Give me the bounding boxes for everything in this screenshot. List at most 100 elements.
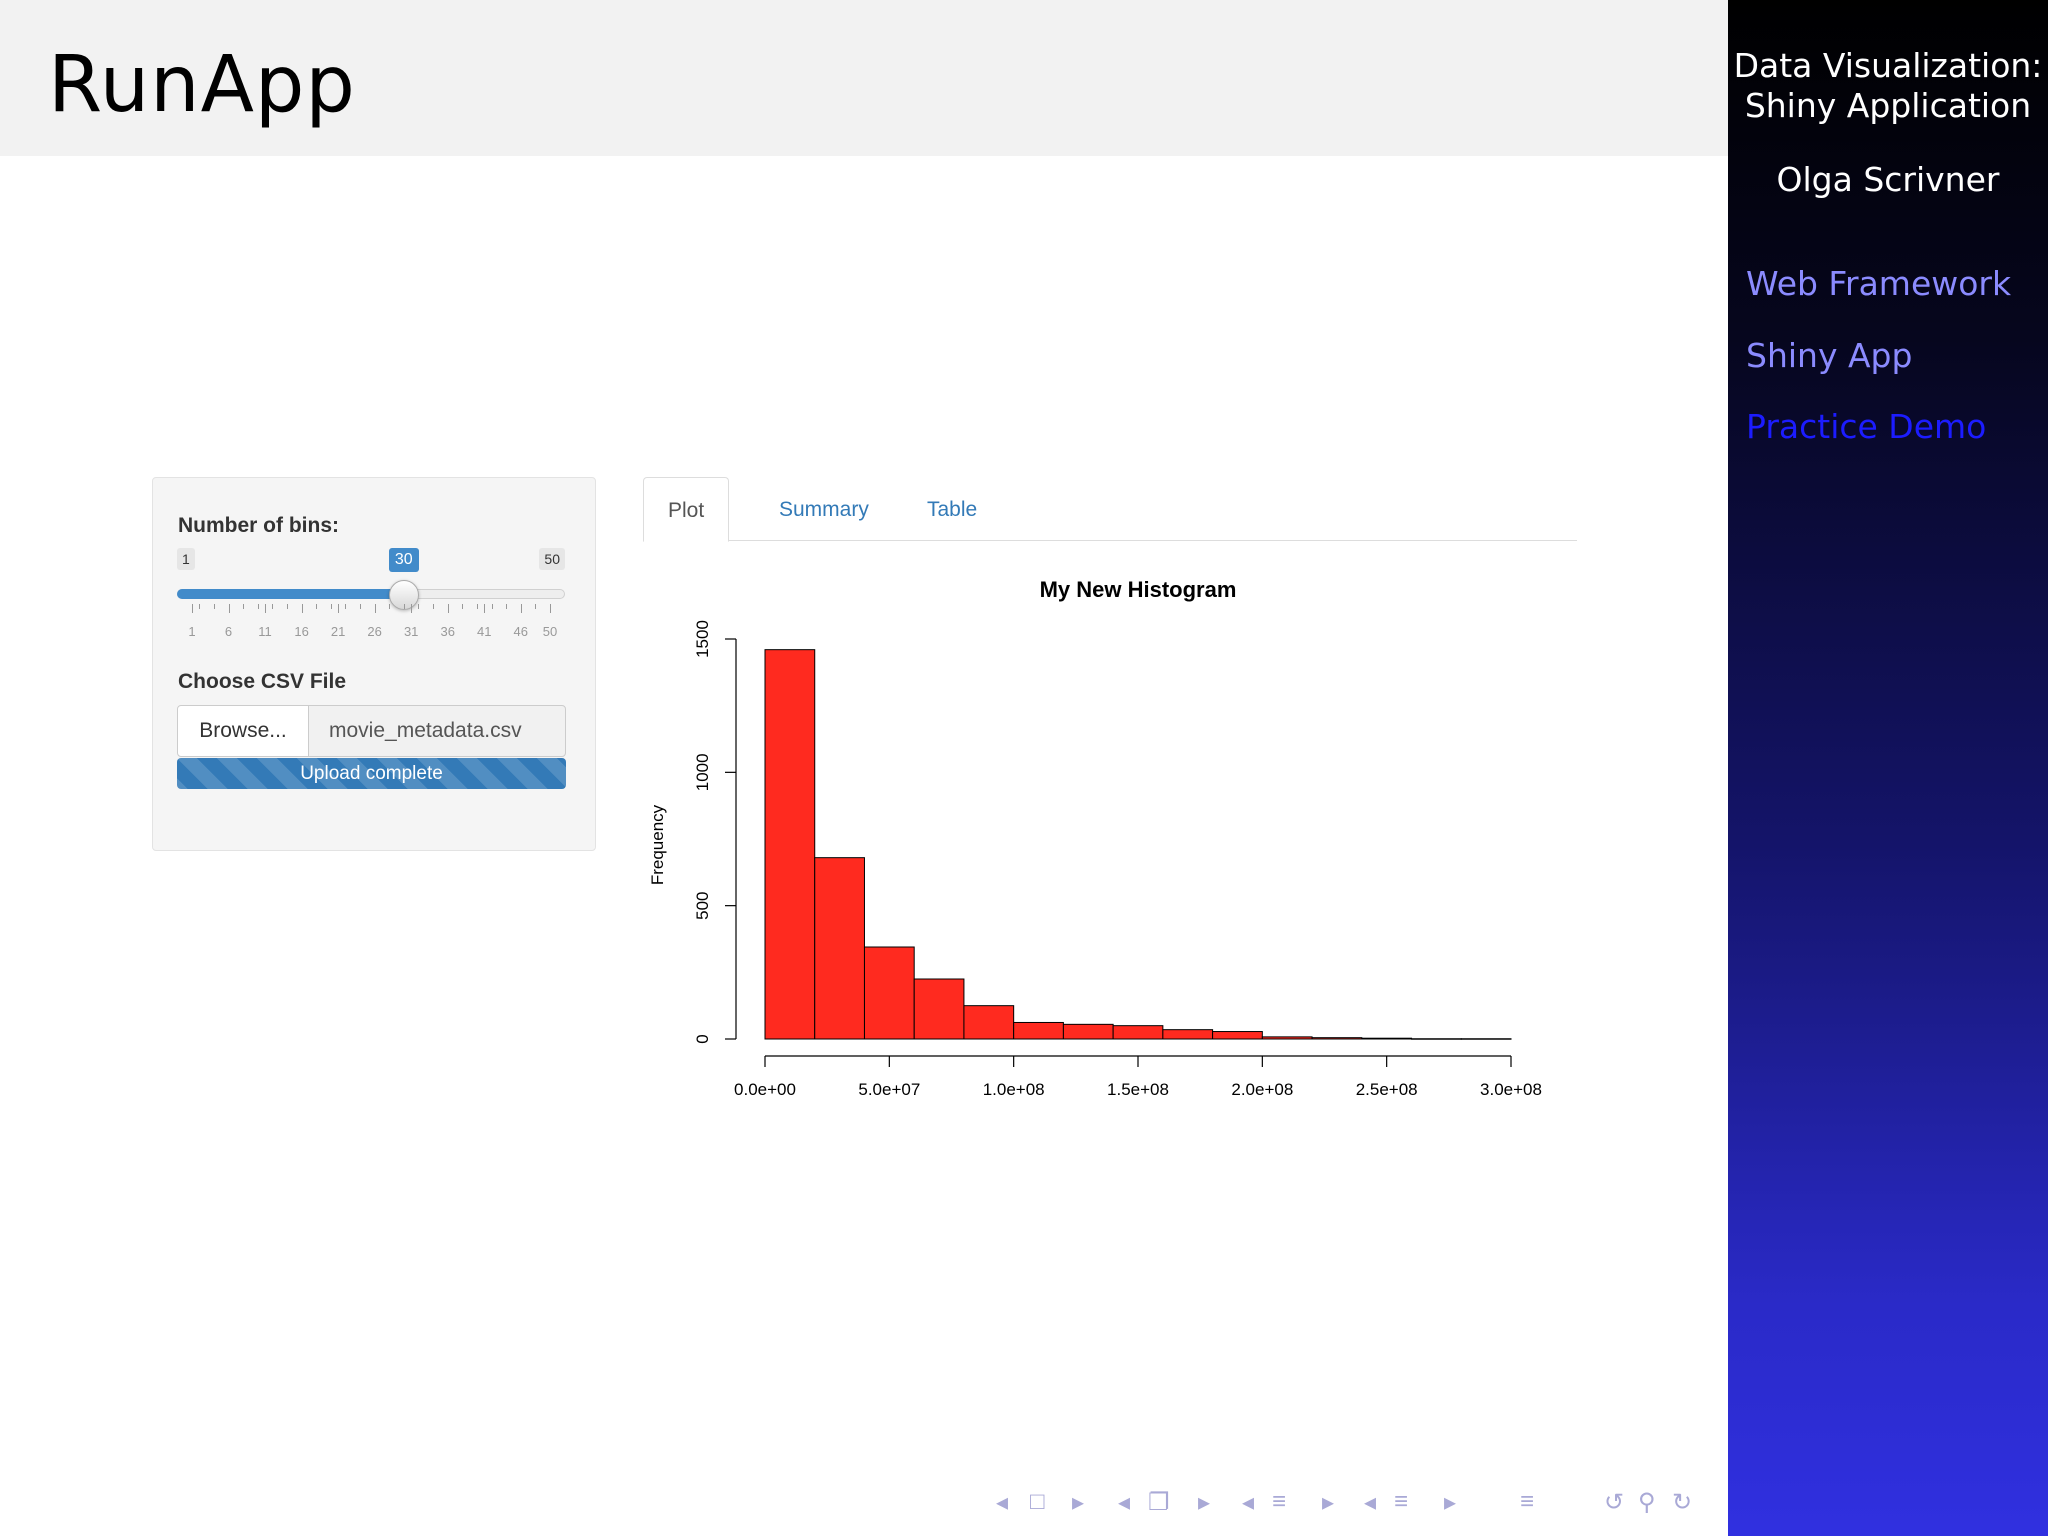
slider-tick <box>491 604 493 609</box>
tab-table[interactable]: Table <box>903 477 1001 541</box>
histogram-bar <box>1162 1029 1214 1040</box>
forward-icon[interactable]: ↻ <box>1672 1488 1692 1517</box>
slider-tick <box>257 604 259 609</box>
slider-tick <box>403 604 405 609</box>
slider-tick <box>286 604 288 609</box>
tab-summary[interactable]: Summary <box>755 477 893 541</box>
slider-tick <box>411 604 413 613</box>
back-icon[interactable]: ↺ <box>1604 1488 1624 1517</box>
beamer-navigation: ◂ □ ▸ ◂ ❐ ▸ ◂ ≡ ▸ ◂ ≡ ▸ ≡ ↺ ⚲ ↻ <box>990 1488 1720 1522</box>
slide-title: RunApp <box>48 40 356 130</box>
nav-prev-subsection-icon[interactable]: ◂ <box>1118 1488 1130 1517</box>
nav-shiny-app[interactable]: Shiny App <box>1746 336 1912 375</box>
histogram-plot: My New Histogram 0.0e+00 5.0e+07 1.0e+08 1.5… <box>648 577 1542 1099</box>
slider-tick <box>316 604 318 609</box>
slider-tick <box>360 604 362 609</box>
slider-tick-label: 26 <box>367 624 382 639</box>
slider-tick-label: 16 <box>294 624 309 639</box>
file-input: Browse... movie_metadata.csv <box>177 705 566 757</box>
y-tick-label: 500 <box>693 891 712 919</box>
nav-next-frame-icon[interactable]: ▸ <box>1072 1488 1084 1517</box>
nav-practice-demo[interactable]: Practice Demo <box>1746 407 1986 446</box>
x-tick-label: 1.5e+08 <box>1107 1080 1169 1099</box>
histogram-bar <box>1212 1031 1263 1040</box>
nav-next-section-icon[interactable]: ▸ <box>1322 1488 1334 1517</box>
search-icon[interactable]: ⚲ <box>1638 1488 1656 1517</box>
slider-tick-label: 50 <box>542 624 558 639</box>
slider-tick <box>213 604 215 609</box>
section-icon[interactable]: ≡ <box>1272 1488 1286 1516</box>
browse-button[interactable]: Browse... <box>177 705 309 757</box>
nav-next-doc-icon[interactable]: ▸ <box>1444 1488 1456 1517</box>
slider-tick <box>418 604 420 609</box>
appendix-icon[interactable]: ≡ <box>1520 1488 1534 1516</box>
histogram-bar <box>1013 1021 1064 1040</box>
slider-tick-label: 36 <box>440 624 455 639</box>
slider-max-label: 50 <box>539 548 565 570</box>
y-axis-label: Frequency <box>648 804 667 885</box>
x-tick-label: 3.0e+08 <box>1480 1080 1542 1099</box>
histogram-bar <box>963 1005 1015 1040</box>
bins-label: Number of bins: <box>178 514 339 537</box>
y-tick-label: 1000 <box>693 753 712 791</box>
slider-tick <box>447 604 449 613</box>
slider-tick <box>462 604 464 609</box>
histogram-bar <box>814 857 865 1040</box>
file-label: Choose CSV File <box>178 670 347 693</box>
slider-tick <box>520 604 522 613</box>
slider-tick <box>199 604 201 609</box>
document-icon[interactable]: ≡ <box>1394 1488 1408 1516</box>
bins-slider[interactable]: 1 50 30 1 6 11 16 21 26 31 36 41 46 50 <box>177 548 565 658</box>
slider-tick <box>374 604 376 613</box>
y-tick-label: 0 <box>693 1034 712 1043</box>
slider-tick <box>345 604 347 609</box>
file-name-field[interactable]: movie_metadata.csv <box>308 705 566 757</box>
x-tick-label: 5.0e+07 <box>858 1080 920 1099</box>
slider-tick <box>389 604 391 609</box>
slider-tick <box>476 604 478 609</box>
slider-tick-labels: 1 6 11 16 21 26 31 36 41 46 50 <box>177 624 565 640</box>
slider-ticks <box>177 604 565 616</box>
presentation-title-line2: Shiny Application <box>1744 86 2032 125</box>
slider-tick <box>506 604 508 609</box>
nav-prev-doc-icon[interactable]: ◂ <box>1364 1488 1376 1517</box>
x-tick-label: 2.5e+08 <box>1356 1080 1418 1099</box>
slider-tick <box>272 604 274 609</box>
slider-tick <box>484 604 486 613</box>
histogram-bar <box>913 978 965 1040</box>
slider-tick <box>433 604 435 609</box>
nav-prev-frame-icon[interactable]: ◂ <box>996 1488 1008 1517</box>
presentation-title-line1: Data Visualization: <box>1733 46 2043 85</box>
y-tick-label: 1500 <box>693 620 712 658</box>
slider-tick-label: 41 <box>477 624 492 639</box>
slide-header: RunApp <box>0 0 1728 156</box>
x-tick-label: 1.0e+08 <box>983 1080 1045 1099</box>
slider-tick <box>301 604 303 613</box>
nav-next-subsection-icon[interactable]: ▸ <box>1198 1488 1210 1517</box>
slider-tick <box>330 604 332 609</box>
frame-icon[interactable]: □ <box>1030 1488 1045 1516</box>
histogram-bar <box>1112 1025 1164 1040</box>
slider-tick <box>228 604 230 613</box>
nav-web-framework[interactable]: Web Framework <box>1746 264 2011 303</box>
slider-tick-label: 6 <box>224 624 233 639</box>
slider-tick-label: 21 <box>330 624 346 639</box>
tab-plot[interactable]: Plot <box>643 477 730 542</box>
beamer-sidebar: Data Visualization: Shiny Application Ol… <box>1728 0 2048 1536</box>
nav-prev-section-icon[interactable]: ◂ <box>1242 1488 1254 1517</box>
subsection-icon[interactable]: ❐ <box>1148 1488 1170 1517</box>
chart-title: My New Histogram <box>1040 577 1237 602</box>
slider-tick <box>192 604 193 613</box>
slider-tick-label: 11 <box>258 624 272 639</box>
slider-tick <box>550 604 551 613</box>
x-tick-label: 2.0e+08 <box>1231 1080 1293 1099</box>
tabset: Plot Summary Table <box>643 477 1577 542</box>
slider-tick <box>243 604 245 609</box>
slider-tick-label: 1 <box>188 624 196 639</box>
slider-fill <box>177 589 404 599</box>
histogram-bar <box>1311 1037 1363 1040</box>
upload-progress-bar: Upload complete <box>177 758 566 789</box>
slider-tick <box>338 604 340 613</box>
author-name: Olga Scrivner <box>1776 160 2000 199</box>
slider-value-label: 30 <box>388 548 419 572</box>
